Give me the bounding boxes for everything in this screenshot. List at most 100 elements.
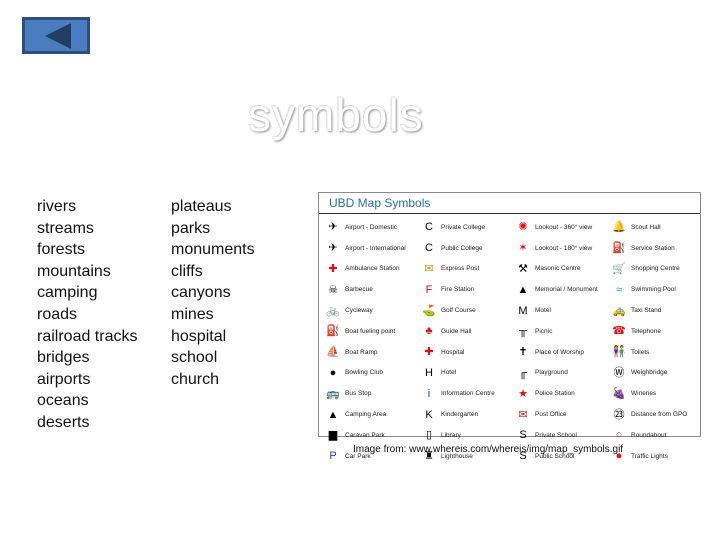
legend-label: Fire Station bbox=[441, 286, 475, 294]
legend-entry: ● Traffic Lights bbox=[611, 446, 697, 467]
list-item: streams bbox=[37, 219, 94, 237]
legend-label: Boat Ramp bbox=[345, 348, 378, 356]
legend-entry: ≈ Swimming Pool bbox=[611, 279, 697, 300]
list-item: roads bbox=[37, 305, 78, 323]
legend-label: Airport - Domestic bbox=[345, 223, 398, 231]
legend-entry: 🚲 Cycleway bbox=[325, 300, 421, 321]
list-item: cliffs bbox=[171, 262, 203, 280]
legend-entry: ⚒ Masonic Centre bbox=[515, 259, 611, 280]
legend-entry: ✶ Lookout - 180° view bbox=[515, 238, 611, 259]
legend-label: Wineries bbox=[631, 390, 657, 398]
barbecue-icon: ☠ bbox=[328, 283, 338, 296]
red-cross-icon: ✚ bbox=[328, 262, 338, 275]
legend-label: Police Station bbox=[535, 390, 575, 398]
legend-entry: ▯ Library bbox=[421, 425, 515, 446]
legend-label: Kindergarten bbox=[441, 411, 479, 419]
legend-entry: ⛵ Boat Ramp bbox=[325, 342, 421, 363]
monument-icon: ▲ bbox=[517, 283, 529, 296]
legend-label: Express Post bbox=[441, 265, 480, 273]
legend-entry: S Private School bbox=[515, 425, 611, 446]
legend-entry: M Motel bbox=[515, 300, 611, 321]
airplane-icon: ✈ bbox=[328, 242, 338, 255]
legend-entry: ▲ Memorial / Monument bbox=[515, 279, 611, 300]
list-item: rivers bbox=[37, 198, 77, 215]
fuel-icon: ⛽ bbox=[326, 325, 340, 338]
hotel-icon: H bbox=[425, 366, 433, 379]
legend-label: Roundabout bbox=[631, 431, 667, 439]
legend-label: Information Centre bbox=[441, 390, 495, 398]
legend-label: Weighbridge bbox=[631, 369, 668, 377]
list-item: canyons bbox=[171, 284, 231, 302]
legend-column: C Private College C Public College ✉ Express … bbox=[421, 217, 515, 467]
list-item: airports bbox=[37, 370, 91, 388]
legend-entry: Ⓦ Weighbridge bbox=[611, 363, 697, 384]
legend-label: Hospital bbox=[441, 348, 465, 356]
image-caption: Image from: www.whereis.com/whereis/img/… bbox=[353, 444, 624, 455]
list-item: forests bbox=[37, 241, 86, 259]
bus-icon: 🚌 bbox=[326, 387, 340, 400]
legend-label: Motel bbox=[535, 307, 551, 315]
list-item: oceans bbox=[37, 392, 89, 410]
legend-label: Post Office bbox=[535, 411, 567, 419]
golf-flag-icon: ⛳ bbox=[422, 304, 436, 317]
telephone-icon: ☎ bbox=[612, 325, 626, 338]
legend-entry: ✚ Hospital bbox=[421, 342, 515, 363]
private-school-icon: S bbox=[519, 429, 527, 442]
worship-cross-icon: ✝ bbox=[518, 346, 528, 359]
slide-title: symbols bbox=[248, 89, 424, 141]
legend-label: Traffic Lights bbox=[631, 452, 668, 460]
legend-label: Place of Worship bbox=[535, 348, 585, 356]
scout-bell-icon: 🔔 bbox=[612, 221, 626, 234]
list-item: parks bbox=[171, 219, 211, 237]
private-college-icon: C bbox=[425, 221, 433, 234]
legend-entry: ▆ Caravan Park bbox=[325, 425, 421, 446]
list-item: mines bbox=[171, 305, 214, 323]
legend-entry: ✉ Post Office bbox=[515, 404, 611, 425]
legend-label: Taxi Stand bbox=[631, 307, 662, 315]
list-item: school bbox=[171, 349, 218, 367]
legend-entry: ╥ Picnic bbox=[515, 321, 611, 342]
info-icon: i bbox=[427, 387, 431, 400]
list-item: railroad tracks bbox=[37, 327, 138, 345]
legend-entry: C Private College bbox=[421, 217, 515, 238]
list-item: church bbox=[171, 370, 220, 388]
caravan-icon: ▆ bbox=[328, 429, 338, 442]
legend-label: Bus Stop bbox=[345, 390, 372, 398]
fire-station-icon: F bbox=[425, 283, 433, 296]
service-station-icon: ⛽ bbox=[612, 242, 626, 255]
legend-label: Telephone bbox=[631, 327, 661, 335]
list-item: monuments bbox=[171, 241, 255, 259]
legend-column: 🔔 Scout Hall ⛽ Service Station 🛒 Shopping Cen… bbox=[611, 217, 697, 467]
bicycle-icon: 🚲 bbox=[326, 304, 340, 317]
legend-entry: ▲ Camping Area bbox=[325, 404, 421, 425]
taxi-icon: 🚕 bbox=[612, 304, 626, 317]
motel-icon: M bbox=[518, 304, 528, 317]
legend-label: Hotel bbox=[441, 369, 457, 377]
weighbridge-icon: Ⓦ bbox=[613, 366, 625, 379]
legend-label: Golf Course bbox=[441, 307, 476, 315]
list-item: hospital bbox=[171, 327, 227, 345]
legend-label: Caravan Park bbox=[345, 431, 385, 439]
legend-label: Scout Hall bbox=[631, 223, 661, 231]
library-door-icon: ▯ bbox=[425, 429, 433, 442]
legend-entry: 🚌 Bus Stop bbox=[325, 383, 421, 404]
kindergarten-icon: K bbox=[425, 408, 433, 421]
legend-label: Private School bbox=[535, 431, 577, 439]
legend-entry: H Hotel bbox=[421, 363, 515, 384]
legend-entry: K Kindergarten bbox=[421, 404, 515, 425]
back-button[interactable] bbox=[22, 17, 90, 54]
legend-label: Service Station bbox=[631, 244, 675, 252]
map-symbols-legend-image: UBD Map Symbols ✈ Airport - Domestic ✈ Airp… bbox=[318, 192, 701, 462]
legend-entry: 🍇 Wineries bbox=[611, 383, 697, 404]
legend-entry: ⛳ Golf Course bbox=[421, 300, 515, 321]
legend-label: Shopping Centre bbox=[631, 265, 680, 273]
legend-entry: ✈ Airport - Domestic bbox=[325, 217, 421, 238]
toilets-icon: 👫 bbox=[612, 346, 626, 359]
legend-entry: ☎ Telephone bbox=[611, 321, 697, 342]
tent-icon: ▲ bbox=[327, 408, 339, 421]
legend-label: Library bbox=[441, 431, 461, 439]
grapes-icon: 🍇 bbox=[612, 387, 626, 400]
legend-entry: ♣ Guide Hall bbox=[421, 321, 515, 342]
bowling-icon: ● bbox=[329, 366, 337, 379]
list-item: bridges bbox=[37, 349, 90, 367]
